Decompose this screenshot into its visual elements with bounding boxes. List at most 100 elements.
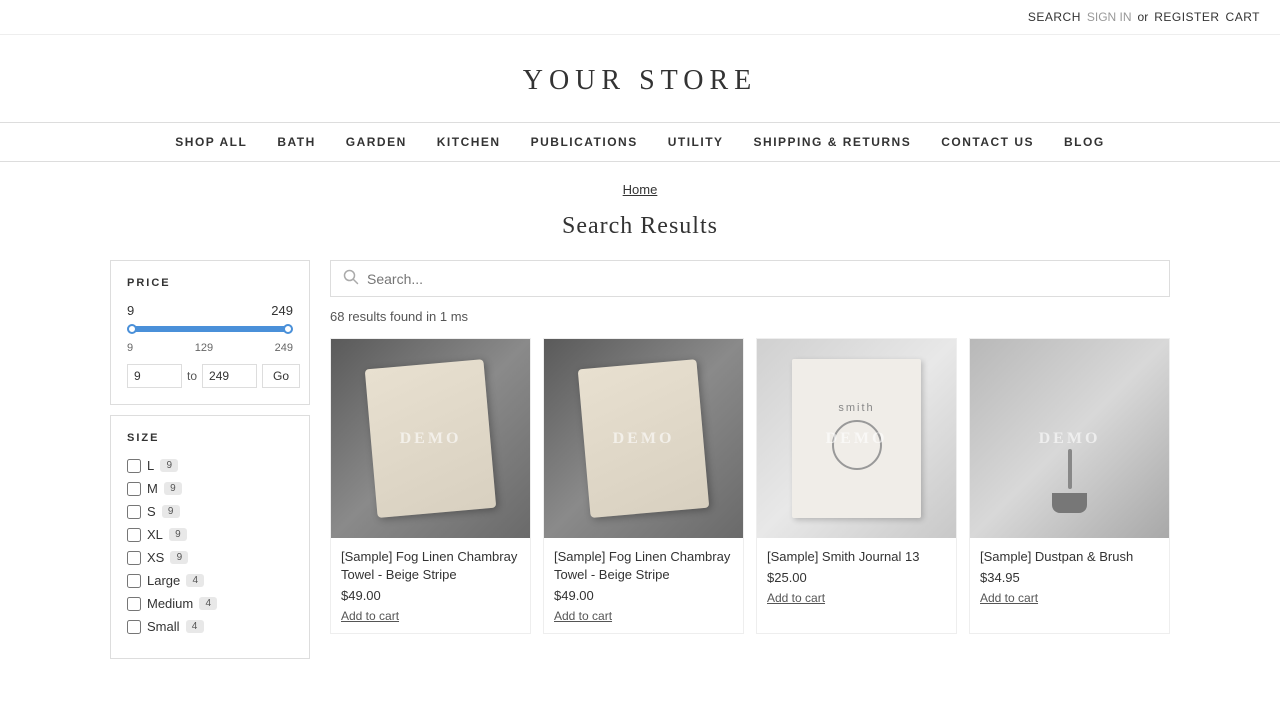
search-link[interactable]: SEARCH <box>1028 10 1081 24</box>
demo-watermark: DEMO <box>400 430 462 448</box>
register-link[interactable]: REGISTER <box>1154 10 1219 24</box>
size-checkbox-medium[interactable] <box>127 597 141 611</box>
size-filter-item: Small 4 <box>127 619 293 634</box>
main-content: PRICE 9 249 9 129 249 to Go <box>90 260 1190 709</box>
add-to-cart-button[interactable]: Add to cart <box>341 609 399 623</box>
products-area: 68 results found in 1 ms DEMO [Sample] F… <box>330 260 1170 669</box>
product-card[interactable]: DEMO [Sample] Dustpan & Brush $34.95 Add… <box>969 338 1170 634</box>
price-filter-title: PRICE <box>127 277 293 289</box>
size-label: Small <box>147 619 180 634</box>
product-info: [Sample] Fog Linen Chambray Towel - Beig… <box>331 538 530 633</box>
price-min-input[interactable] <box>127 364 182 388</box>
product-image: DEMO <box>970 339 1169 538</box>
price-to-label: to <box>187 369 197 383</box>
size-filter-item: XS 9 <box>127 550 293 565</box>
sidebar: PRICE 9 249 9 129 249 to Go <box>110 260 310 669</box>
size-filter-item: M 9 <box>127 481 293 496</box>
product-name: [Sample] Smith Journal 13 <box>767 548 946 566</box>
size-filter-item: Large 4 <box>127 573 293 588</box>
price-input-row: to Go <box>127 364 293 388</box>
price-slider[interactable] <box>127 326 293 332</box>
size-checkbox-xl[interactable] <box>127 528 141 542</box>
price-sub-mid: 129 <box>195 342 213 354</box>
cart-link[interactable]: CART <box>1226 10 1260 24</box>
size-count-badge: 9 <box>170 551 188 564</box>
product-info: [Sample] Fog Linen Chambray Towel - Beig… <box>544 538 743 633</box>
demo-watermark: DEMO <box>1039 430 1101 448</box>
product-name: [Sample] Fog Linen Chambray Towel - Beig… <box>341 548 520 584</box>
price-slider-handle-right[interactable] <box>283 324 293 334</box>
size-filter-item: XL 9 <box>127 527 293 542</box>
product-price: $49.00 <box>554 588 733 603</box>
product-info: [Sample] Smith Journal 13 $25.00 Add to … <box>757 538 956 615</box>
search-icon <box>343 269 359 288</box>
product-card[interactable]: smith DEMO [Sample] Smith Journal 13 $25… <box>756 338 957 634</box>
size-count-badge: 9 <box>164 482 182 495</box>
size-filter-item: S 9 <box>127 504 293 519</box>
price-sub-max: 249 <box>275 342 293 354</box>
products-grid: DEMO [Sample] Fog Linen Chambray Towel -… <box>330 338 1170 634</box>
add-to-cart-button[interactable]: Add to cart <box>980 591 1038 605</box>
size-filter-title: SIZE <box>127 432 293 444</box>
nav-publications[interactable]: PUBLICATIONS <box>531 135 638 149</box>
product-card[interactable]: DEMO [Sample] Fog Linen Chambray Towel -… <box>543 338 744 634</box>
size-checkbox-l[interactable] <box>127 459 141 473</box>
product-image: smith DEMO <box>757 339 956 538</box>
size-label: S <box>147 504 156 519</box>
size-count-badge: 9 <box>162 505 180 518</box>
price-slider-fill <box>130 326 289 332</box>
price-max-display: 249 <box>271 303 293 318</box>
size-checkbox-s[interactable] <box>127 505 141 519</box>
size-label: L <box>147 458 154 473</box>
size-checkbox-small[interactable] <box>127 620 141 634</box>
size-count-badge: 4 <box>199 597 217 610</box>
nav-shipping[interactable]: SHIPPING & RETURNS <box>754 135 912 149</box>
product-price: $49.00 <box>341 588 520 603</box>
size-filter-section: SIZE L 9 M 9 S 9 XL 9 XS 9 Large 4 Mediu… <box>110 415 310 659</box>
nav-bath[interactable]: BATH <box>277 135 315 149</box>
nav-utility[interactable]: UTILITY <box>668 135 724 149</box>
product-price: $34.95 <box>980 570 1159 585</box>
nav-kitchen[interactable]: KITCHEN <box>437 135 501 149</box>
nav-contact[interactable]: CONTACT US <box>941 135 1034 149</box>
add-to-cart-button[interactable]: Add to cart <box>767 591 825 605</box>
price-sub-min: 9 <box>127 342 133 354</box>
add-to-cart-button[interactable]: Add to cart <box>554 609 612 623</box>
size-count-badge: 9 <box>160 459 178 472</box>
search-bar <box>330 260 1170 297</box>
price-max-input[interactable] <box>202 364 257 388</box>
logo-section: YOUR STORE <box>0 35 1280 122</box>
size-label: XS <box>147 550 164 565</box>
size-count-badge: 4 <box>186 574 204 587</box>
size-checkbox-xs[interactable] <box>127 551 141 565</box>
separator1: SIGN IN <box>1087 10 1132 24</box>
price-slider-handle-left[interactable] <box>127 324 137 334</box>
size-count-badge: 9 <box>169 528 187 541</box>
store-logo[interactable]: YOUR STORE <box>0 65 1280 97</box>
price-sub-values: 9 129 249 <box>127 342 293 354</box>
product-info: [Sample] Dustpan & Brush $34.95 Add to c… <box>970 538 1169 615</box>
size-checkbox-large[interactable] <box>127 574 141 588</box>
page-title: Search Results <box>0 205 1280 260</box>
nav-garden[interactable]: GARDEN <box>346 135 407 149</box>
or-text: or <box>1138 10 1149 24</box>
product-name: [Sample] Dustpan & Brush <box>980 548 1159 566</box>
price-go-button[interactable]: Go <box>262 364 300 388</box>
breadcrumb-home[interactable]: Home <box>623 182 658 197</box>
breadcrumb: Home <box>0 162 1280 205</box>
size-checkbox-m[interactable] <box>127 482 141 496</box>
top-bar: SEARCH SIGN IN or REGISTER CART <box>0 0 1280 35</box>
product-name: [Sample] Fog Linen Chambray Towel - Beig… <box>554 548 733 584</box>
price-min-display: 9 <box>127 303 134 318</box>
search-input[interactable] <box>367 271 1157 287</box>
nav-blog[interactable]: BLOG <box>1064 135 1105 149</box>
product-card[interactable]: DEMO [Sample] Fog Linen Chambray Towel -… <box>330 338 531 634</box>
demo-watermark: DEMO <box>826 430 888 448</box>
size-label: Medium <box>147 596 193 611</box>
size-label: XL <box>147 527 163 542</box>
demo-watermark: DEMO <box>613 430 675 448</box>
nav-shop-all[interactable]: SHOP ALL <box>175 135 247 149</box>
product-image: DEMO <box>544 339 743 538</box>
size-filter-item: L 9 <box>127 458 293 473</box>
main-nav: SHOP ALL BATH GARDEN KITCHEN PUBLICATION… <box>0 122 1280 162</box>
